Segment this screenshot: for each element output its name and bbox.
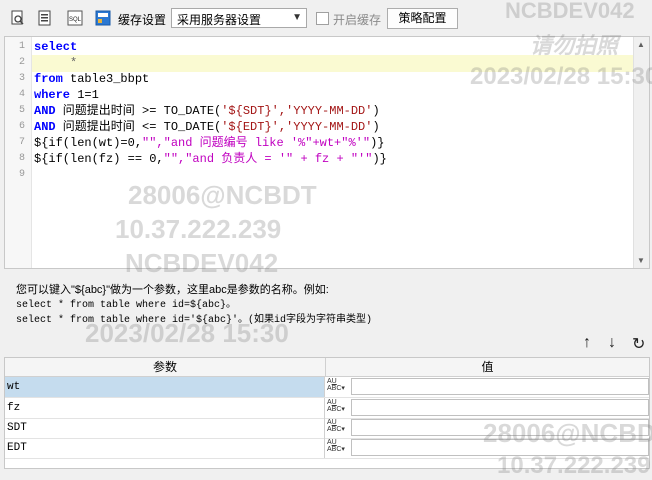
refresh-icon[interactable]: ↻ bbox=[632, 334, 645, 354]
arrow-down-icon[interactable]: ↓ bbox=[608, 334, 616, 352]
code-line: select bbox=[34, 40, 78, 54]
scroll-up-icon[interactable]: ▲ bbox=[637, 40, 645, 49]
sql-editor[interactable]: 1 2 3 4 5 6 7 8 9 select * from table3_b… bbox=[4, 36, 650, 269]
chevron-down-icon[interactable]: ▼ bbox=[292, 12, 302, 23]
svg-text:SQL: SQL bbox=[69, 17, 82, 23]
param-value-input[interactable] bbox=[351, 419, 649, 436]
code-line: AND 问题提出时间 <= TO_DATE('${EDT}','YYYY-MM-… bbox=[34, 120, 380, 134]
enable-cache-label: 开启缓存 bbox=[333, 13, 382, 27]
current-line-highlight bbox=[32, 55, 635, 72]
arrow-up-icon[interactable]: ↑ bbox=[583, 334, 591, 352]
code-line: where 1=1 bbox=[34, 88, 99, 102]
cache-mode-select[interactable]: 采用服务器设置 ▼ bbox=[171, 8, 307, 28]
document-icon[interactable] bbox=[37, 9, 53, 27]
enable-cache-checkbox[interactable] bbox=[316, 12, 329, 25]
line-number: 8 bbox=[18, 153, 25, 164]
table-row[interactable]: EDT AU ABC▾ bbox=[5, 438, 649, 459]
table-row[interactable]: SDT AU ABC▾ bbox=[5, 418, 649, 439]
param-name-cell[interactable]: fz bbox=[5, 398, 325, 418]
line-number: 6 bbox=[18, 121, 25, 132]
param-name-cell[interactable]: EDT bbox=[5, 438, 325, 458]
code-line: * bbox=[70, 56, 78, 70]
code-line: AND 问题提出时间 >= TO_DATE('${SDT}','YYYY-MM-… bbox=[34, 104, 380, 118]
parameter-help: 您可以键入"${abc}"做为一个参数，这里abc是参数的名称。例如: sele… bbox=[16, 283, 372, 328]
type-abc-icon[interactable]: AU ABC▾ bbox=[327, 439, 349, 457]
column-header-param: 参数 bbox=[5, 358, 326, 377]
help-example: select * from table where id='${abc}'。(如… bbox=[16, 315, 373, 326]
code-line: from table3_bbpt bbox=[34, 72, 150, 86]
cache-mode-value: 采用服务器设置 bbox=[177, 13, 262, 27]
type-abc-icon[interactable]: AU ABC▾ bbox=[327, 419, 349, 437]
type-abc-icon[interactable]: AU ABC▾ bbox=[327, 378, 349, 396]
toolbar: SQL 缓存设置 采用服务器设置 ▼ 开启缓存 策略配置 bbox=[0, 0, 652, 36]
line-number: 1 bbox=[18, 41, 25, 52]
cache-settings-label: 缓存设置 bbox=[118, 13, 167, 27]
line-number: 4 bbox=[18, 89, 25, 100]
param-value-input[interactable] bbox=[351, 399, 649, 416]
sql-icon[interactable]: SQL bbox=[67, 9, 83, 27]
scroll-down-icon[interactable]: ▼ bbox=[637, 256, 645, 265]
table-row[interactable]: fz AU ABC▾ bbox=[5, 398, 649, 419]
cache-settings-icon[interactable] bbox=[95, 9, 111, 27]
help-line: 您可以键入"${abc}"做为一个参数，这里abc是参数的名称。例如: bbox=[16, 284, 329, 296]
line-number: 2 bbox=[18, 57, 25, 68]
line-number: 9 bbox=[18, 169, 25, 180]
code-line: ${if(len(fz) == 0,"","and 负责人 = '" + fz … bbox=[34, 152, 387, 166]
editor-scrollbar[interactable]: ▲ ▼ bbox=[633, 37, 649, 268]
help-example: select * from table where id=${abc}。 bbox=[16, 300, 237, 311]
param-value-input[interactable] bbox=[351, 439, 649, 456]
code-line: ${if(len(wt)=0,"","and 问题编号 like '%"+wt+… bbox=[34, 136, 385, 150]
parameter-table: 参数 值 wt AU ABC▾ fz AU ABC▾ SDT AU ABC▾ EDT … bbox=[4, 357, 650, 469]
param-value-input[interactable] bbox=[351, 378, 649, 395]
param-name-cell[interactable]: SDT bbox=[5, 418, 325, 438]
column-header-value: 值 bbox=[326, 358, 649, 377]
line-number: 5 bbox=[18, 105, 25, 116]
type-abc-icon[interactable]: AU ABC▾ bbox=[327, 399, 349, 417]
line-number: 7 bbox=[18, 137, 25, 148]
strategy-config-button[interactable]: 策略配置 bbox=[387, 8, 458, 29]
line-number-gutter: 1 2 3 4 5 6 7 8 9 bbox=[5, 37, 32, 268]
table-row[interactable]: wt AU ABC▾ bbox=[5, 377, 649, 398]
line-number: 3 bbox=[18, 73, 25, 84]
preview-icon[interactable] bbox=[10, 9, 26, 27]
param-name-cell[interactable]: wt bbox=[5, 377, 325, 397]
